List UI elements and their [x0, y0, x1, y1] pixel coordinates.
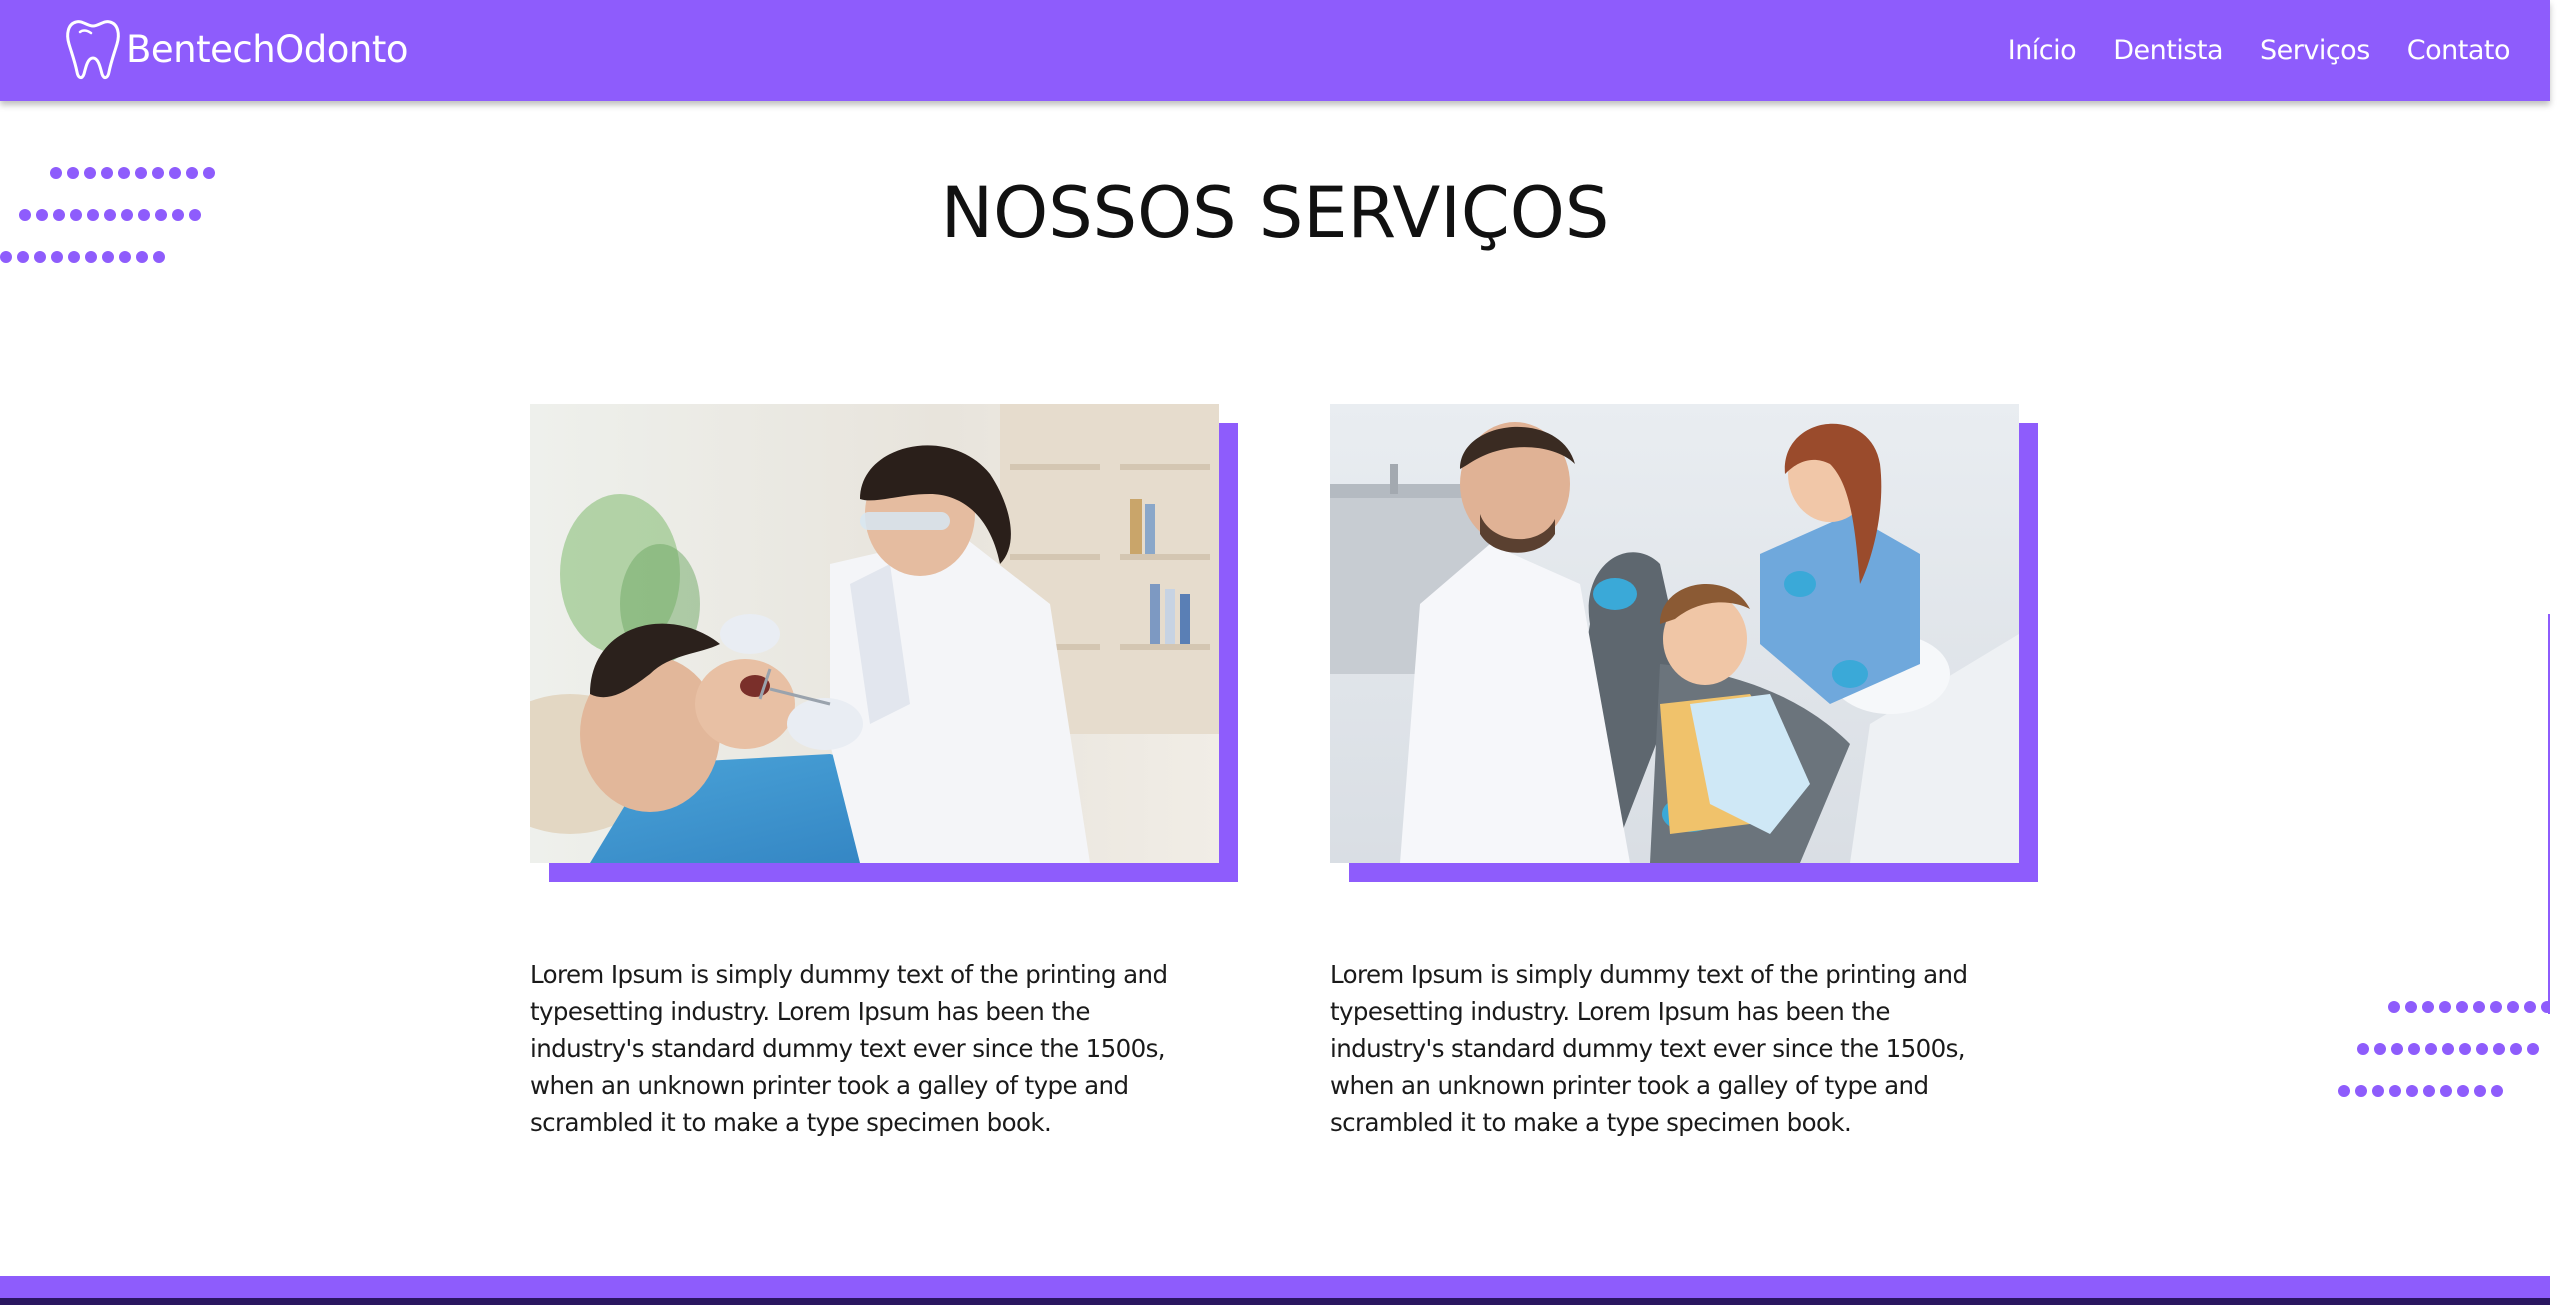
next-section-edge: [0, 1298, 2550, 1305]
dots-decoration-right: [2338, 986, 2558, 1112]
service-description: Lorem Ipsum is simply dummy text of the …: [1330, 960, 1968, 1137]
service-description: Lorem Ipsum is simply dummy text of the …: [530, 960, 1168, 1137]
service-card: Lorem Ipsum is simply dummy text of the …: [530, 404, 1238, 1141]
nav-item-inicio[interactable]: Início: [2008, 35, 2077, 66]
nav-item-servicos[interactable]: Serviços: [2260, 35, 2370, 66]
dentists-with-child-patient-photo: [1330, 404, 2019, 863]
dentist-examining-patient-photo: [530, 404, 1219, 863]
service-card: Lorem Ipsum is simply dummy text of the …: [1330, 404, 2038, 1141]
tooth-icon: [64, 16, 122, 82]
brand-logo-link[interactable]: BentechOdonto: [64, 14, 409, 84]
main-nav: Início Dentista Serviços Contato: [2008, 0, 2511, 101]
site-header: BentechOdonto Início Dentista Serviços C…: [0, 0, 2550, 101]
window-edge: [2550, 0, 2560, 1305]
nav-item-contato[interactable]: Contato: [2407, 35, 2511, 66]
services-title: NOSSOS SERVIÇOS: [940, 172, 1610, 254]
brand-name: BentechOdonto: [126, 27, 409, 71]
service-photo-frame: [1330, 404, 2038, 882]
nav-item-dentista[interactable]: Dentista: [2113, 35, 2223, 66]
service-photo-frame: [530, 404, 1238, 882]
next-section-bar: [0, 1276, 2550, 1305]
